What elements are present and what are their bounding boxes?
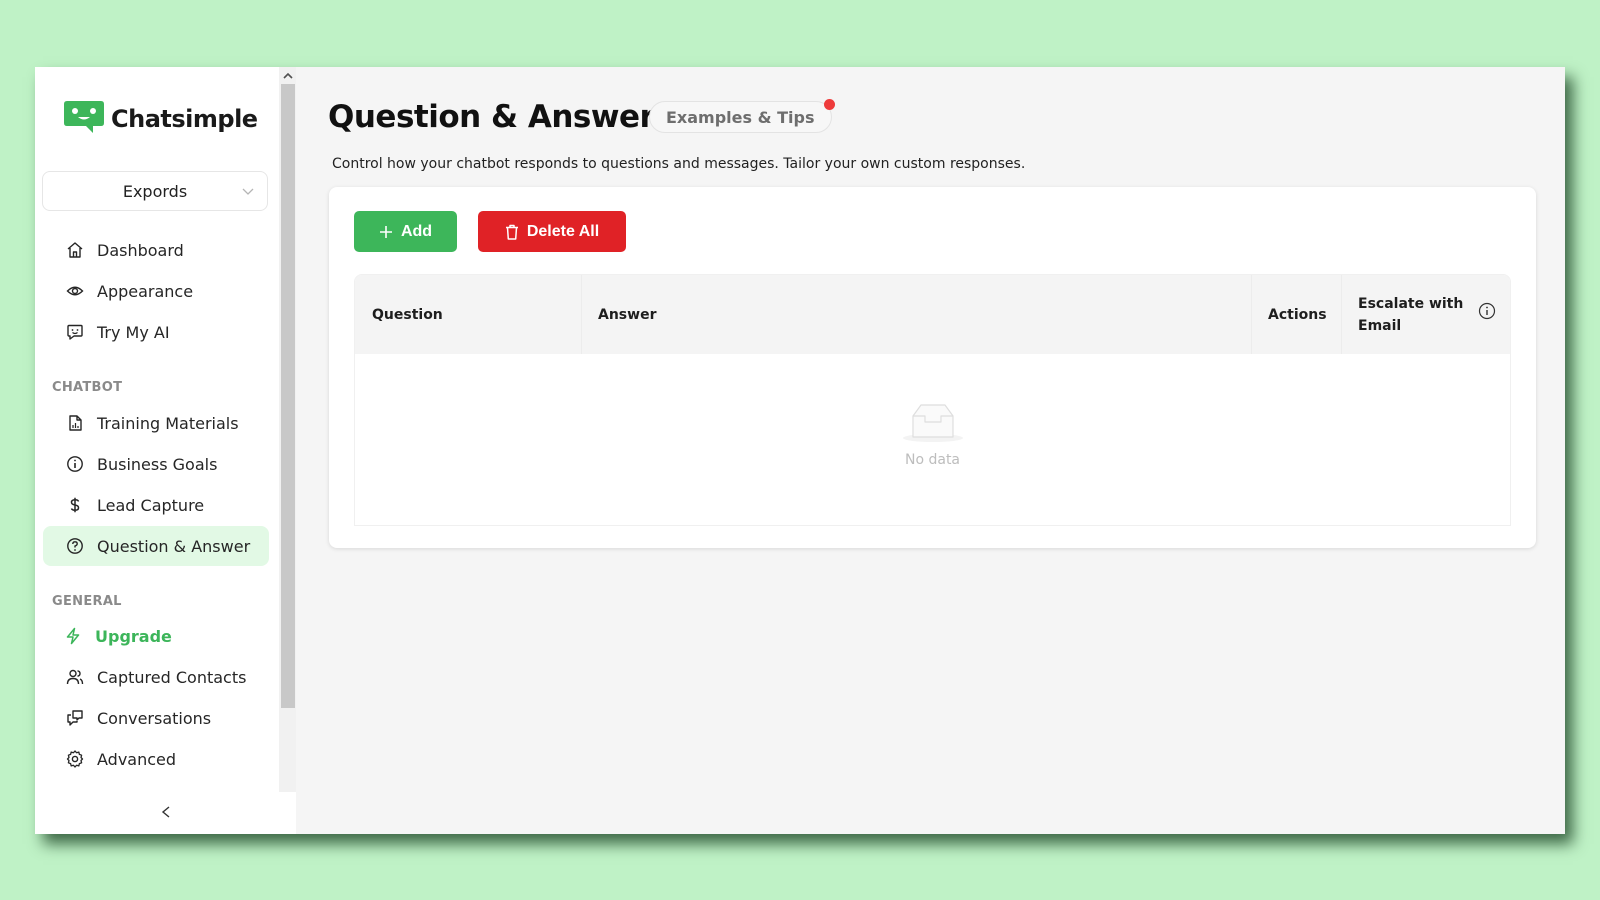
delete-all-button-label: Delete All <box>526 222 600 240</box>
eye-icon <box>65 281 85 301</box>
document-chart-icon <box>65 413 85 433</box>
scroll-up-arrow-icon[interactable] <box>279 67 296 84</box>
users-icon <box>65 667 85 687</box>
column-header-question: Question <box>355 275 581 354</box>
add-button[interactable]: Add <box>354 211 457 252</box>
sidebar-scrollbar[interactable] <box>279 67 296 792</box>
sidebar-item-label: Question & Answer <box>97 536 251 556</box>
add-button-label: Add <box>400 222 433 240</box>
chevron-down-icon <box>241 183 255 197</box>
collapse-sidebar-button[interactable] <box>35 792 296 834</box>
sidebar-item-label: Appearance <box>97 281 194 301</box>
sidebar-item-training-materials[interactable]: Training Materials <box>43 403 269 443</box>
workspace-select-value: Expords <box>122 181 188 201</box>
trash-icon <box>505 224 519 240</box>
logo[interactable]: Chatsimple <box>63 99 258 139</box>
empty-state-text: No data <box>904 452 961 468</box>
notification-dot <box>823 99 835 110</box>
page-title: Question & Answer <box>328 99 655 135</box>
conversations-icon <box>65 708 85 728</box>
logo-text: Chatsimple <box>111 105 258 133</box>
sidebar-item-advanced[interactable]: Advanced <box>43 739 269 779</box>
empty-inbox-icon <box>900 400 966 448</box>
qa-card: Add Delete All Question Answer Actions E… <box>329 187 1536 548</box>
sidebar-item-business-goals[interactable]: Business Goals <box>43 444 269 484</box>
plus-icon <box>379 225 393 239</box>
column-header-label: Escalate with Email <box>1358 295 1464 334</box>
scrollbar-thumb[interactable] <box>281 84 295 708</box>
sidebar-item-lead-capture[interactable]: Lead Capture <box>43 485 269 525</box>
sidebar-item-conversations[interactable]: Conversations <box>43 698 269 738</box>
section-label-general: GENERAL <box>52 594 122 609</box>
sidebar-item-label: Training Materials <box>97 413 239 433</box>
sidebar-item-label: Lead Capture <box>97 495 205 515</box>
column-header-escalate-email: Escalate with Email <box>1341 275 1510 354</box>
gear-icon <box>65 749 85 769</box>
sidebar-item-label: Captured Contacts <box>97 667 247 687</box>
delete-all-button[interactable]: Delete All <box>478 211 626 252</box>
sidebar-item-question-answer[interactable]: Question & Answer <box>43 526 269 566</box>
sidebar-item-label: Advanced <box>97 749 177 769</box>
column-header-answer: Answer <box>581 275 1251 354</box>
info-circle-icon[interactable] <box>1478 302 1496 327</box>
chevron-left-icon <box>160 804 172 823</box>
examples-tips-button[interactable]: Examples & Tips <box>649 99 835 133</box>
column-header-label: Actions <box>1268 306 1327 323</box>
lightning-icon <box>63 626 83 646</box>
sidebar-item-label: Dashboard <box>97 240 184 260</box>
examples-tips-label: Examples & Tips <box>666 107 815 127</box>
section-label-chatbot: CHATBOT <box>52 380 123 395</box>
question-circle-icon <box>65 536 85 556</box>
sidebar-item-appearance[interactable]: Appearance <box>43 271 269 311</box>
empty-state: No data <box>355 400 1510 468</box>
sidebar: Chatsimple Expords Dashboard Appearance … <box>35 67 296 834</box>
home-icon <box>65 240 85 260</box>
main-content: Question & Answer Examples & Tips Contro… <box>296 67 1565 834</box>
sidebar-item-dashboard[interactable]: Dashboard <box>43 230 269 270</box>
dollar-icon <box>65 495 85 515</box>
column-header-actions: Actions <box>1251 275 1341 354</box>
sidebar-item-captured-contacts[interactable]: Captured Contacts <box>43 657 269 697</box>
sidebar-item-label: Business Goals <box>97 454 218 474</box>
column-header-label: Question <box>372 306 443 323</box>
info-circle-icon <box>65 454 85 474</box>
app-window: Chatsimple Expords Dashboard Appearance … <box>35 67 1565 834</box>
page-subtitle: Control how your chatbot responds to que… <box>332 156 1026 172</box>
chat-smile-icon <box>65 322 85 342</box>
qa-table: Question Answer Actions Escalate with Em… <box>354 274 1511 526</box>
sidebar-item-label: Conversations <box>97 708 212 728</box>
sidebar-item-label: Try My AI <box>97 322 170 342</box>
workspace-select[interactable]: Expords <box>42 171 268 211</box>
sidebar-item-upgrade[interactable]: Upgrade <box>43 616 269 656</box>
column-header-label: Answer <box>598 306 657 323</box>
chat-bubble-logo-icon <box>63 99 105 139</box>
sidebar-scroll-area: Chatsimple Expords Dashboard Appearance … <box>35 67 279 792</box>
sidebar-item-try-my-ai[interactable]: Try My AI <box>43 312 269 352</box>
table-header: Question Answer Actions Escalate with Em… <box>355 275 1510 354</box>
sidebar-item-label: Upgrade <box>95 626 172 646</box>
